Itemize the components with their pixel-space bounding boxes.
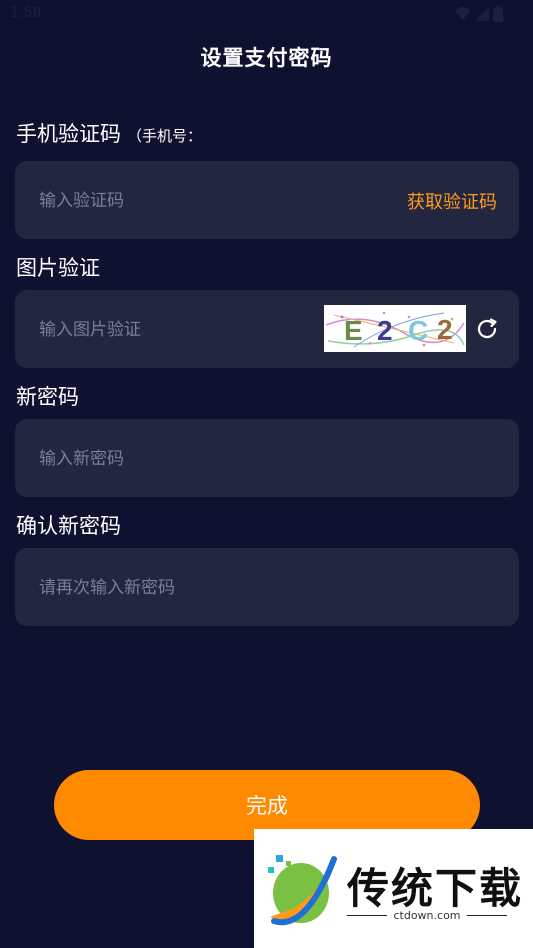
watermark-brand: 传统下载 xyxy=(347,864,524,913)
status-time: 1:58 xyxy=(10,5,42,21)
sms-code-input[interactable] xyxy=(37,185,341,217)
status-icons xyxy=(455,6,503,22)
logo-icon xyxy=(268,855,337,926)
captcha-char-2: 2 xyxy=(377,315,393,346)
image-captcha-label: 图片验证 xyxy=(16,256,100,280)
sms-code-label-text: 手机验证码 xyxy=(16,122,121,146)
watermark: 传统下载 ctdown.com xyxy=(254,829,533,948)
captcha-image[interactable]: E 2 C 2 xyxy=(324,305,466,352)
signal-icon xyxy=(475,7,489,21)
watermark-url-text: ctdown.com xyxy=(393,909,461,922)
image-captcha-input[interactable] xyxy=(37,314,311,346)
battery-icon xyxy=(493,6,503,22)
get-code-button[interactable]: 获取验证码 xyxy=(407,188,497,214)
captcha-char-1: E xyxy=(344,315,363,346)
confirm-password-label: 确认新密码 xyxy=(16,514,121,538)
sms-code-label: 手机验证码 （手机号： xyxy=(16,118,202,148)
new-password-input[interactable] xyxy=(37,443,341,475)
image-captcha-field: E 2 C 2 xyxy=(15,290,519,368)
new-password-field xyxy=(15,419,519,497)
refresh-icon[interactable] xyxy=(474,316,500,342)
confirm-password-input[interactable] xyxy=(37,572,341,604)
wifi-icon xyxy=(455,7,471,20)
watermark-url: ctdown.com xyxy=(347,909,507,922)
confirm-password-field xyxy=(15,548,519,626)
sms-code-field: 获取验证码 xyxy=(15,161,519,239)
page-title: 设置支付密码 xyxy=(200,46,333,70)
captcha-char-4: 2 xyxy=(437,314,453,345)
captcha-char-3: C xyxy=(408,315,428,346)
status-bar: 1:58 xyxy=(0,0,533,28)
phone-number-label: （手机号： xyxy=(127,127,203,145)
new-password-label: 新密码 xyxy=(16,385,79,409)
